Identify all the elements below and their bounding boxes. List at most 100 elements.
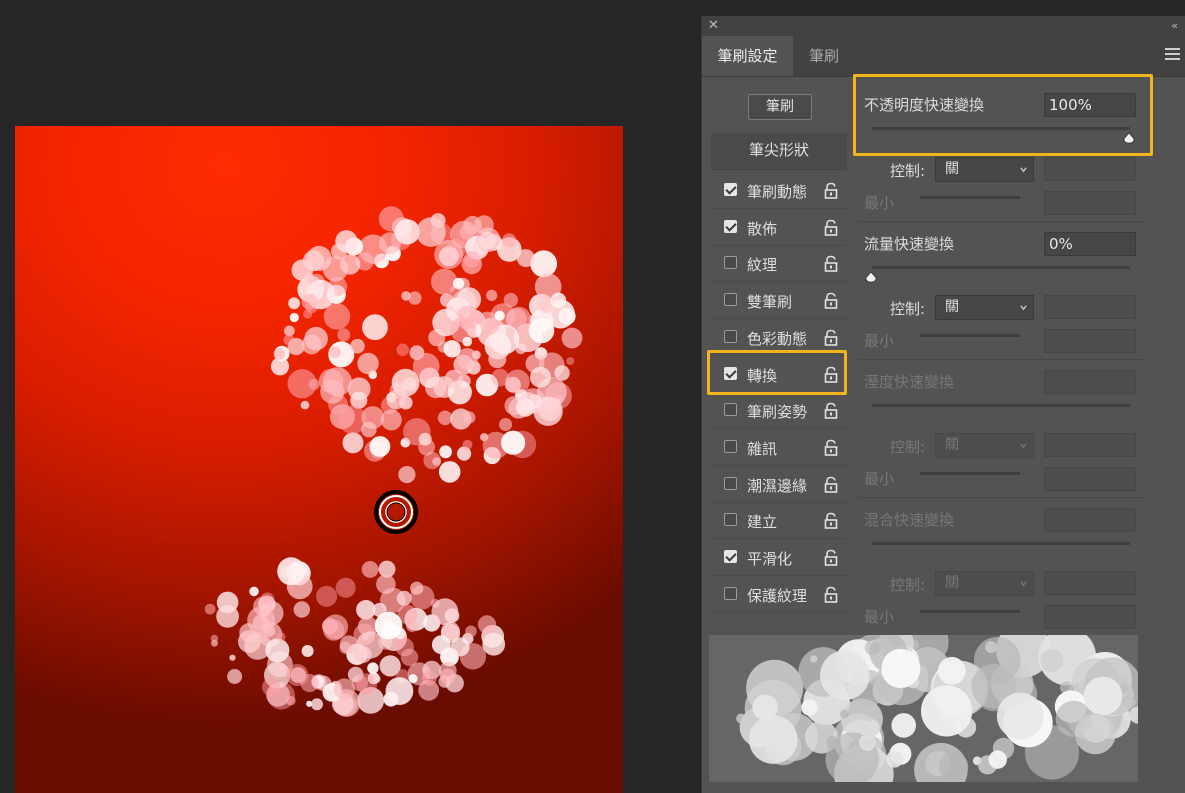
flow-jitter-value[interactable]: 0% — [1044, 232, 1136, 256]
brush-option-row[interactable]: 建立 — [711, 503, 847, 540]
brush-option-row[interactable]: 潮濕邊緣 — [711, 467, 847, 503]
bokeh-dot — [283, 334, 295, 346]
bokeh-dot — [477, 615, 497, 634]
brush-option-row[interactable]: 平滑化 — [711, 540, 847, 576]
brush-option-row[interactable]: 雙筆刷 — [711, 283, 847, 320]
bokeh-dot — [395, 637, 414, 657]
bokeh-dot — [342, 432, 364, 454]
brush-option-row[interactable]: 保護紋理 — [711, 577, 847, 613]
panel-title-bar: ✕ ‹‹ — [702, 16, 1185, 36]
mix-jitter-slider — [872, 542, 1130, 545]
unlock-icon[interactable] — [824, 402, 838, 419]
option-checkbox[interactable] — [724, 293, 737, 307]
option-checkbox[interactable] — [724, 586, 737, 600]
flow-slider-thumb[interactable] — [864, 271, 878, 283]
brush-option-row[interactable]: 散佈 — [711, 210, 847, 246]
option-checkbox[interactable] — [724, 476, 737, 490]
option-checkbox[interactable] — [724, 403, 737, 417]
bokeh-dot — [323, 619, 345, 641]
unlock-icon[interactable] — [824, 182, 838, 199]
bokeh-dot — [318, 368, 344, 394]
wetness-control-field — [1044, 433, 1136, 457]
wetness-jitter-slider — [872, 404, 1130, 407]
unlock-icon[interactable] — [824, 329, 838, 346]
option-label: 筆刷姿勢 — [747, 403, 808, 422]
wetness-min-field — [1044, 467, 1136, 491]
flow-control-label: 控制: — [890, 300, 926, 318]
document-canvas[interactable] — [15, 126, 623, 793]
flow-jitter-label: 流量快速變換 — [864, 235, 955, 253]
option-label: 色彩動態 — [747, 329, 808, 348]
bokeh-dot — [277, 557, 306, 586]
option-checkbox[interactable] — [724, 513, 737, 527]
flow-jitter-slider[interactable] — [872, 266, 1130, 269]
opacity-min-label: 最小 — [864, 194, 895, 212]
bokeh-dot — [515, 398, 535, 417]
opacity-control-select[interactable]: 關 — [935, 157, 1034, 182]
bokeh-dot — [396, 343, 410, 357]
flow-control-select[interactable]: 關 — [935, 295, 1034, 320]
bokeh-dot — [300, 400, 310, 410]
brushes-button[interactable]: 筆刷 — [748, 94, 812, 120]
unlock-icon[interactable] — [824, 219, 838, 236]
brush-option-row[interactable]: 紋理 — [711, 246, 847, 283]
bokeh-dot — [408, 291, 422, 305]
bokeh-dot — [204, 603, 216, 615]
bokeh-dot — [369, 436, 391, 457]
unlock-icon[interactable] — [824, 476, 838, 493]
tab-brush-settings[interactable]: 筆刷設定 — [702, 36, 793, 76]
wetness-min-label: 最小 — [864, 470, 895, 488]
bokeh-dot — [826, 735, 839, 749]
bokeh-dot — [358, 234, 388, 264]
brush-tip-shape-item[interactable]: 筆尖形狀 — [711, 133, 847, 170]
bokeh-dot — [1040, 649, 1064, 673]
option-checkbox[interactable] — [724, 439, 737, 453]
opacity-min-slider — [920, 196, 1020, 199]
bokeh-dot — [530, 366, 551, 388]
option-label: 雙筆刷 — [747, 293, 793, 312]
bokeh-dot — [216, 605, 240, 628]
bokeh-dot — [398, 466, 416, 484]
unlock-icon[interactable] — [824, 255, 838, 273]
bokeh-dot — [350, 338, 365, 354]
tab-brush[interactable]: 筆刷 — [795, 36, 853, 76]
bokeh-dot — [367, 662, 379, 674]
bokeh-dot — [530, 250, 558, 278]
bokeh-dot — [937, 656, 966, 685]
option-checkbox[interactable] — [724, 550, 737, 563]
mix-control-select: 關 — [935, 571, 1034, 596]
brush-option-row[interactable]: 雜訊 — [711, 430, 847, 466]
option-checkbox[interactable] — [724, 256, 737, 270]
mix-jitter-label: 混合快速變換 — [864, 511, 955, 529]
unlock-icon[interactable] — [824, 549, 838, 566]
panel-menu-icon[interactable] — [1165, 48, 1180, 60]
close-icon[interactable]: ✕ — [708, 17, 719, 35]
unlock-icon[interactable] — [824, 512, 838, 530]
chevron-down-icon — [1020, 581, 1027, 587]
brush-option-row[interactable]: 筆刷動態 — [711, 173, 847, 209]
preview-bokeh — [736, 635, 1138, 782]
brush-option-row[interactable]: 筆刷姿勢 — [711, 393, 847, 430]
bokeh-dot — [335, 230, 358, 253]
unlock-icon[interactable] — [824, 439, 838, 456]
bokeh-dot — [988, 750, 1007, 769]
mix-min-field — [1044, 605, 1136, 629]
bokeh-dot — [311, 698, 323, 711]
option-checkbox[interactable] — [724, 219, 737, 233]
opacity-control-field — [1044, 157, 1136, 181]
bokeh-dot — [482, 632, 506, 656]
flow-control-value: 關 — [945, 299, 959, 315]
highlight-transfer — [707, 350, 847, 395]
bokeh-dot — [859, 734, 876, 751]
unlock-icon[interactable] — [824, 292, 838, 309]
bokeh-dot — [329, 346, 341, 359]
double-chevron-icon[interactable]: ‹‹ — [1171, 17, 1178, 35]
option-checkbox[interactable] — [724, 183, 737, 196]
bokeh-dot — [479, 231, 496, 249]
bokeh-dot — [462, 439, 473, 450]
divider — [858, 359, 1145, 360]
option-checkbox[interactable] — [724, 329, 737, 343]
bokeh-dot — [505, 369, 530, 394]
unlock-icon[interactable] — [824, 586, 838, 603]
bokeh-dot — [422, 670, 437, 686]
